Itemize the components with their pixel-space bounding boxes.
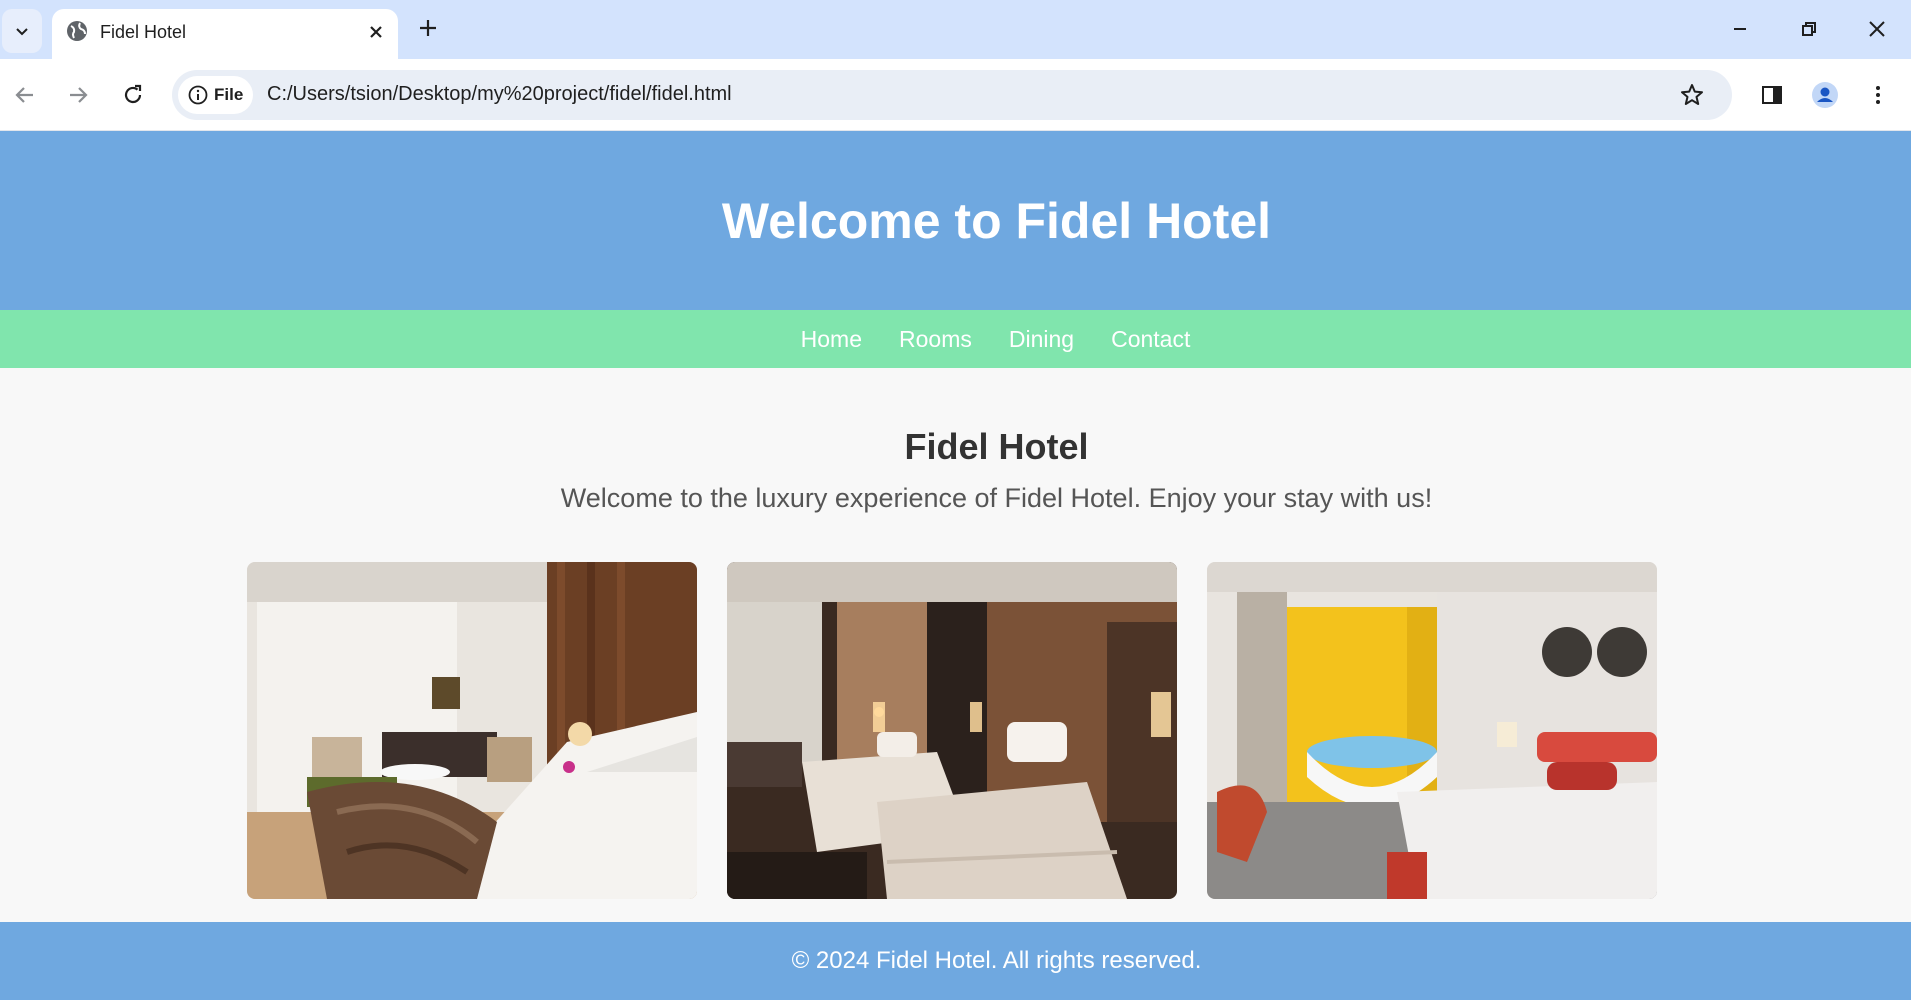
nav-link-contact[interactable]: Contact	[1111, 326, 1190, 353]
tab-search-button[interactable]	[2, 9, 42, 53]
chevron-down-icon	[16, 28, 28, 36]
bookmark-star-icon[interactable]	[1679, 82, 1705, 113]
close-tab-icon[interactable]	[365, 21, 387, 48]
page-viewport: Welcome to Fidel Hotel Home Rooms Dining…	[0, 131, 1911, 1000]
site-header: Welcome to Fidel Hotel	[0, 131, 1911, 310]
globe-icon	[66, 20, 88, 47]
browser-toolbar: File C:/Users/tsion/Desktop/my%20project…	[0, 59, 1911, 131]
reload-icon[interactable]	[119, 81, 147, 109]
nav-link-home[interactable]: Home	[801, 326, 862, 353]
nav-link-rooms[interactable]: Rooms	[899, 326, 972, 353]
back-arrow-icon[interactable]	[11, 81, 39, 109]
footer-copyright: © 2024 Fidel Hotel. All rights reserved.	[791, 947, 1202, 974]
address-bar[interactable]: File C:/Users/tsion/Desktop/my%20project…	[172, 70, 1732, 120]
intro-heading: Fidel Hotel	[0, 426, 1911, 468]
side-panel-icon[interactable]	[1758, 81, 1786, 109]
room-photo-2	[727, 562, 1177, 899]
intro-heading-text: Fidel Hotel	[904, 426, 1089, 467]
room-gallery	[247, 562, 1657, 899]
room-photo-3	[1207, 562, 1657, 899]
nav-link-dining[interactable]: Dining	[1009, 326, 1074, 353]
close-window-icon[interactable]	[1862, 14, 1892, 44]
url-text[interactable]: C:/Users/tsion/Desktop/my%20project/fide…	[267, 83, 732, 106]
forward-arrow-icon[interactable]	[64, 81, 92, 109]
minimize-icon[interactable]	[1725, 14, 1755, 44]
site-nav: Home Rooms Dining Contact	[0, 310, 1911, 368]
browser-tab-strip: Fidel Hotel	[0, 0, 1911, 59]
restore-icon[interactable]	[1794, 14, 1824, 44]
site-footer: © 2024 Fidel Hotel. All rights reserved.	[0, 922, 1911, 1000]
chip-label: File	[214, 85, 244, 104]
site-header-title: Welcome to Fidel Hotel	[721, 192, 1272, 249]
new-tab-plus-icon[interactable]	[416, 16, 440, 45]
profile-avatar-icon[interactable]	[1811, 81, 1839, 109]
more-menu-icon[interactable]	[1864, 81, 1892, 109]
browser-tab-active[interactable]: Fidel Hotel	[52, 9, 398, 59]
intro-paragraph: Welcome to the luxury experience of Fide…	[0, 483, 1911, 514]
tab-title: Fidel Hotel	[100, 22, 187, 42]
intro-paragraph-text: Welcome to the luxury experience of Fide…	[560, 483, 1433, 513]
info-icon	[188, 85, 208, 105]
room-photo-1	[247, 562, 697, 899]
